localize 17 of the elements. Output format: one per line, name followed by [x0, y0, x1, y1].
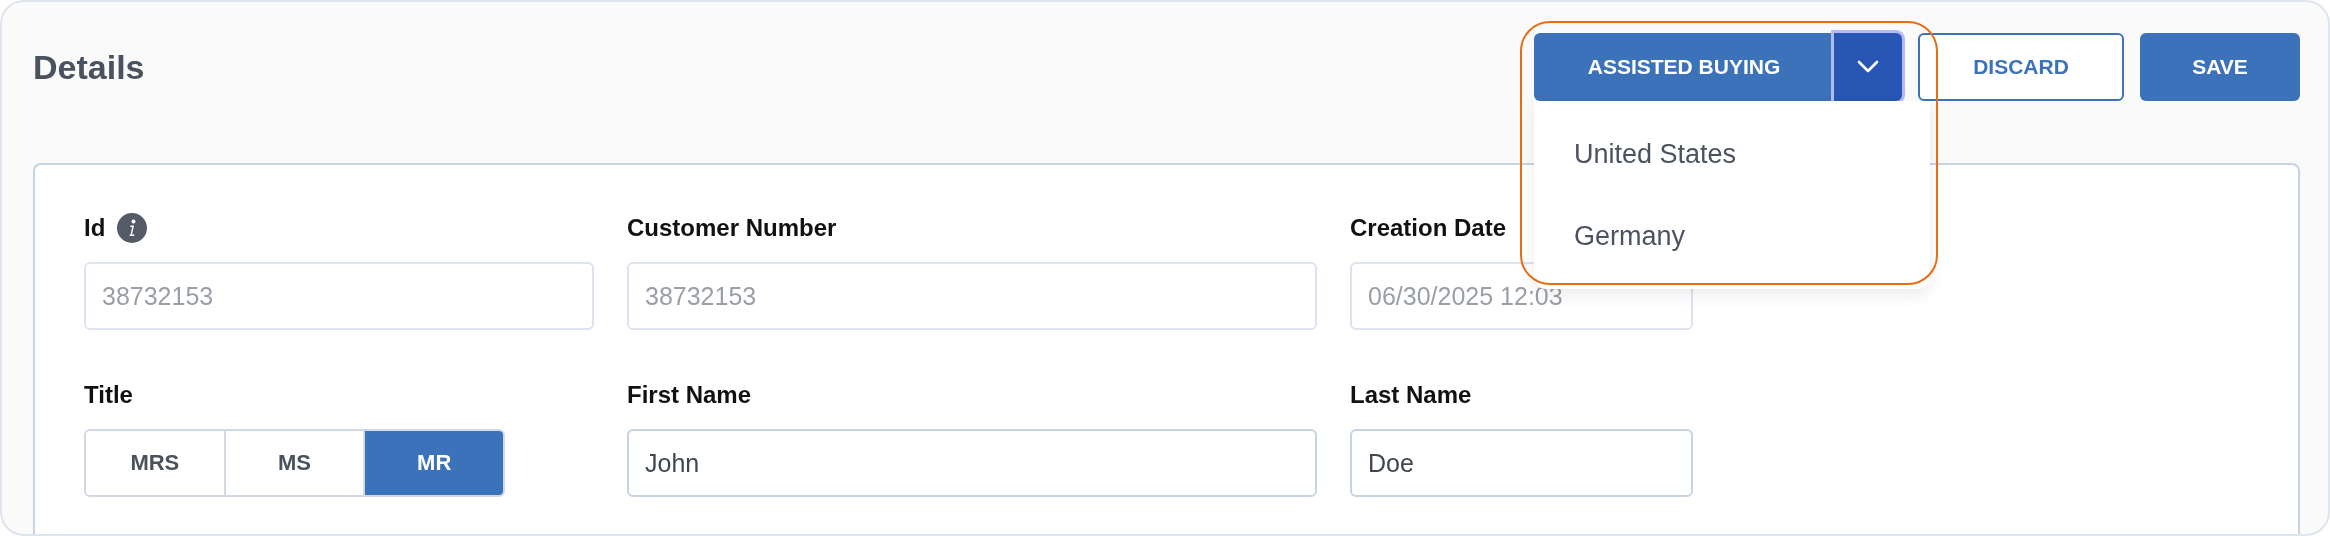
save-button[interactable]: SAVE	[2140, 33, 2300, 101]
menu-item[interactable]: United States	[1534, 113, 1930, 195]
title-option[interactable]: MRS	[86, 431, 226, 495]
panel-title: Details	[33, 47, 145, 88]
field-label: First Name	[627, 381, 752, 409]
text-field[interactable]: John	[627, 429, 1317, 497]
chevron-down-icon	[1857, 60, 1879, 74]
field-label: Creation Date	[1350, 214, 1507, 242]
field-label: Last Name	[1350, 381, 1472, 409]
field-label: Title	[84, 381, 133, 409]
title-option[interactable]: MR	[365, 431, 503, 495]
field-label: Id	[84, 214, 106, 242]
dropdown-toggle[interactable]	[1834, 33, 1902, 101]
discard-button[interactable]: DISCARD	[1918, 33, 2124, 101]
text-field[interactable]: Doe	[1350, 429, 1693, 497]
field-label: Customer Number	[627, 214, 837, 242]
assisted-buying-button[interactable]: ASSISTED BUYING	[1534, 33, 1834, 101]
